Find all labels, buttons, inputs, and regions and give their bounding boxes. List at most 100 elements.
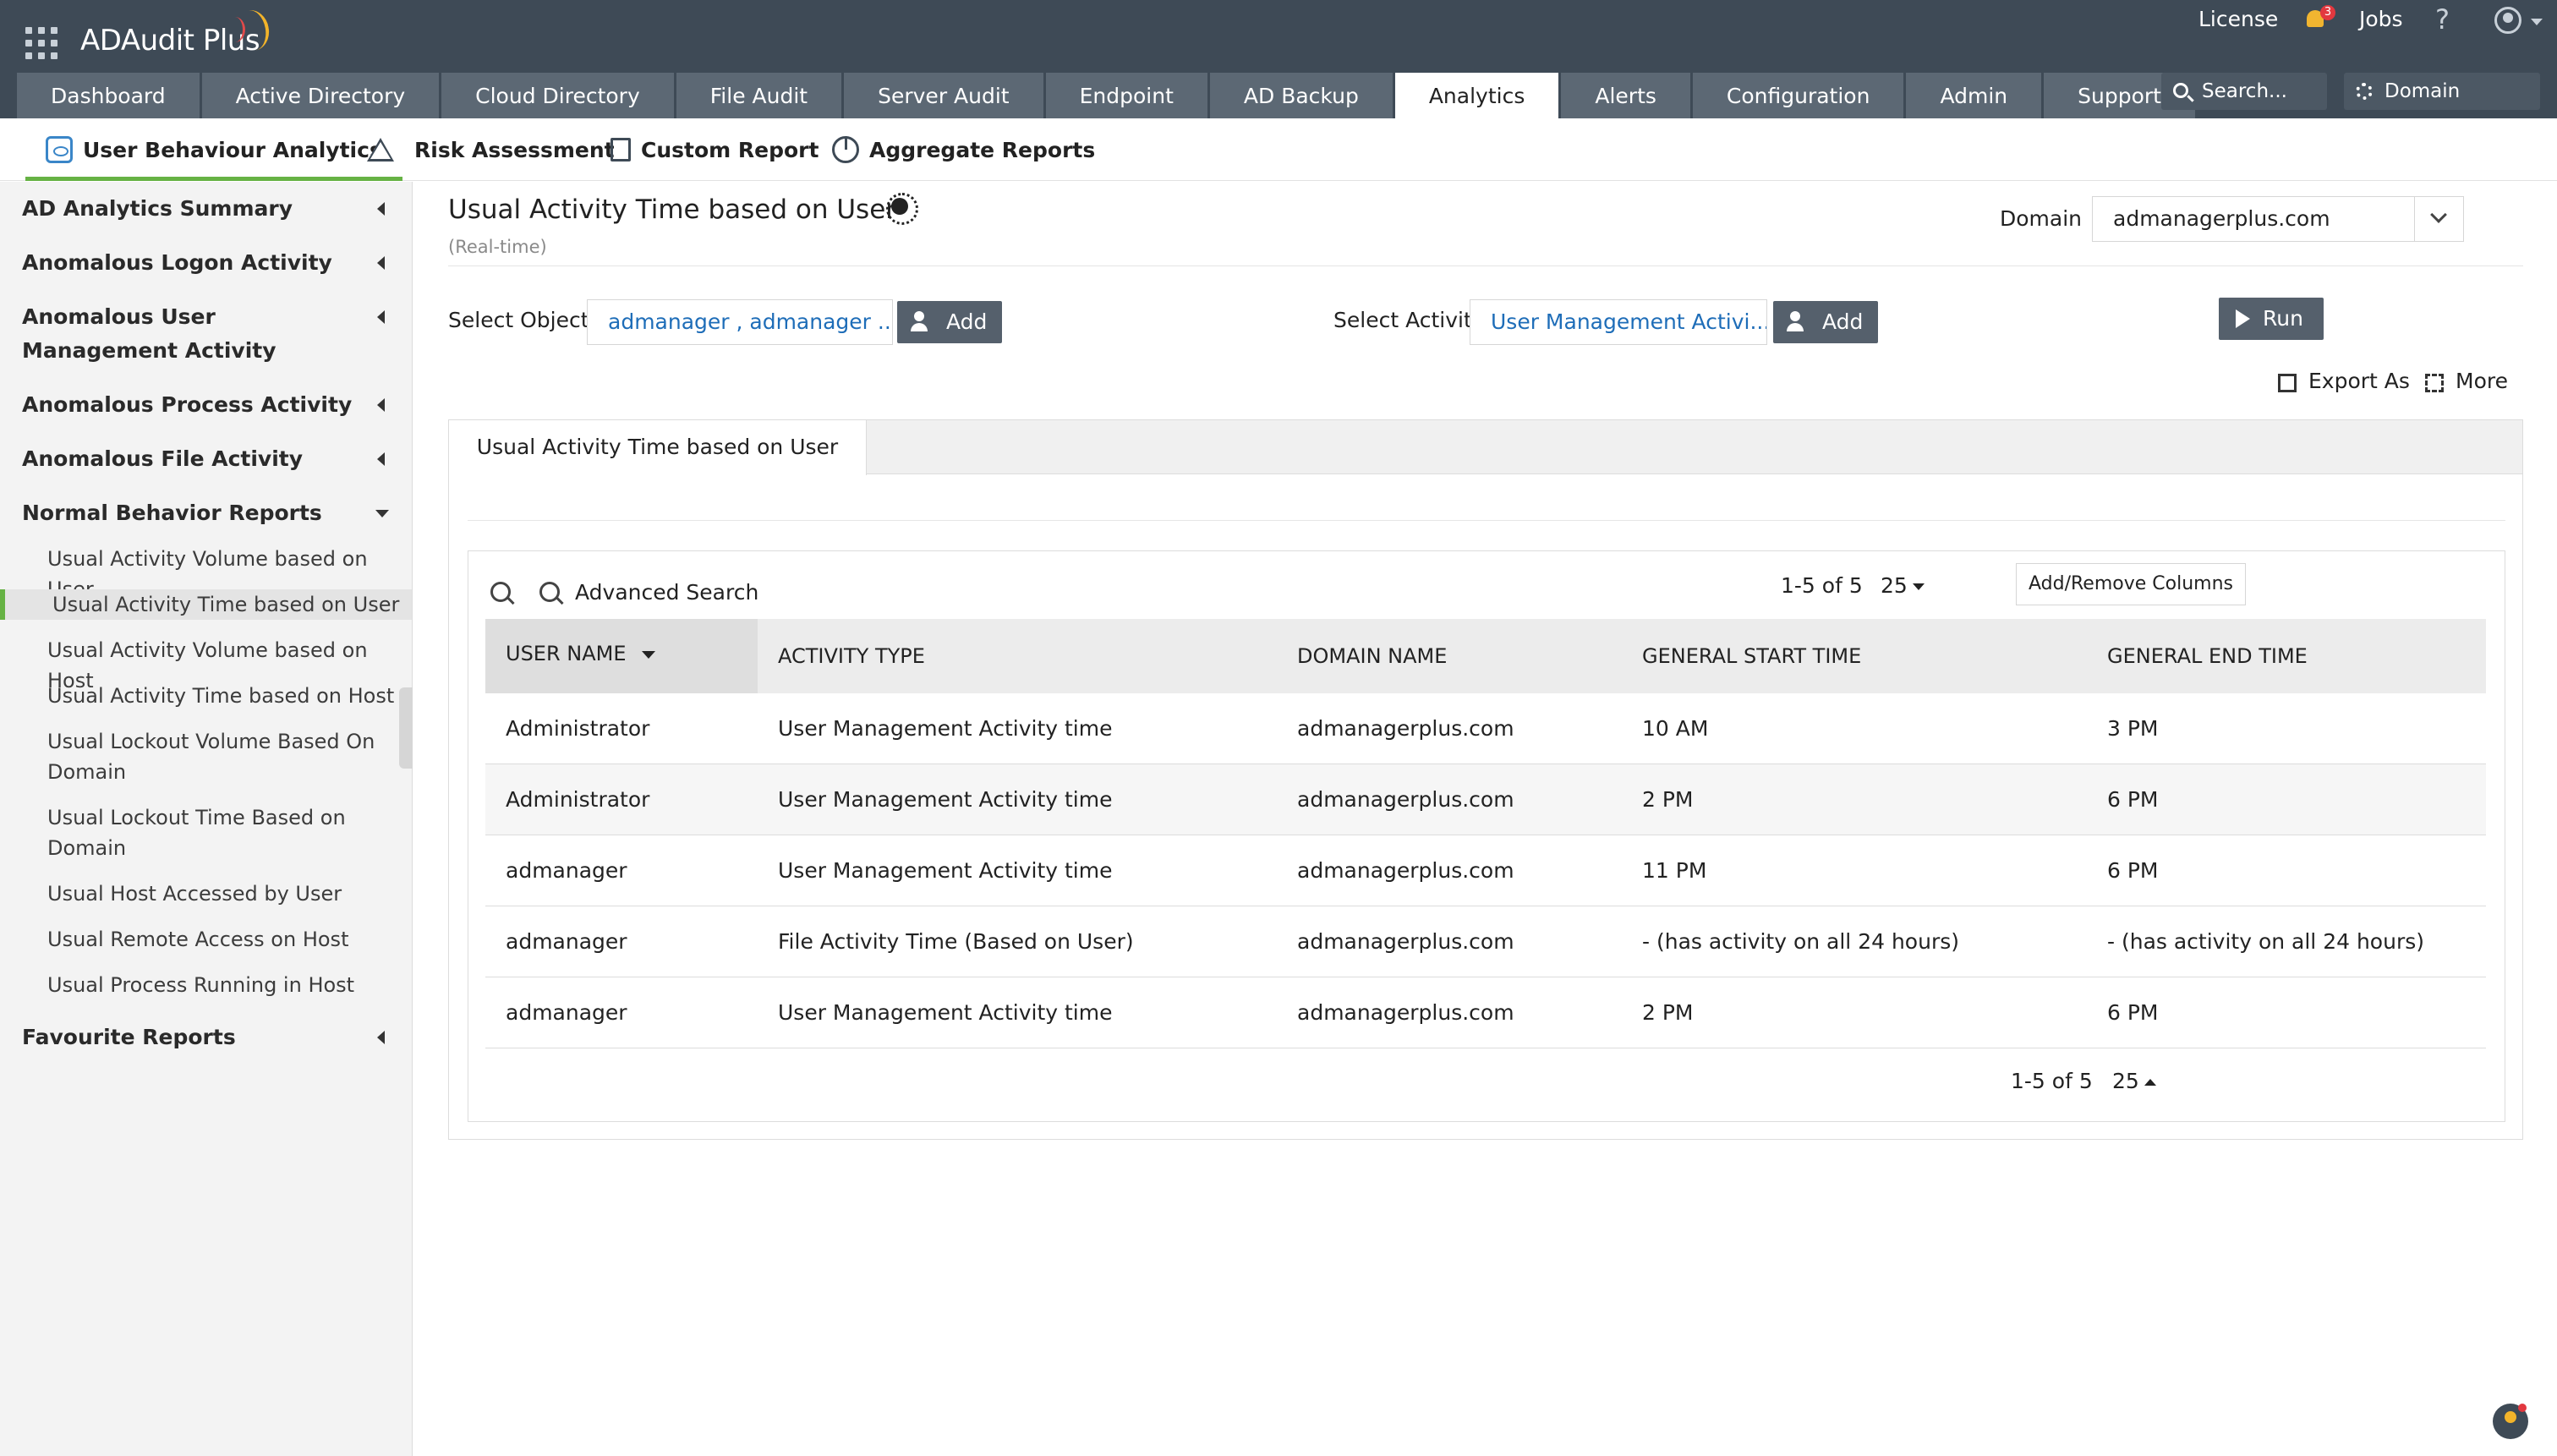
page-size-select-top[interactable]: 25 (1881, 573, 1925, 598)
caret-down-icon[interactable] (2531, 19, 2543, 25)
table-row[interactable]: Administrator User Management Activity t… (485, 693, 2486, 764)
sort-desc-icon (641, 650, 655, 659)
tab-configuration[interactable]: Configuration (1692, 73, 1904, 118)
cell-end-time: - (has activity on all 24 hours) (2107, 929, 2424, 954)
cell-domain-name: admanagerplus.com (1297, 858, 1514, 883)
sidebar-item-lockout-time-domain[interactable]: Usual Lockout Time Based on Domain (47, 802, 402, 863)
cell-activity-type: File Activity Time (Based on User) (778, 929, 1134, 954)
add-activity-button[interactable]: Add (1773, 301, 1878, 343)
advanced-search-icon[interactable] (539, 582, 560, 602)
jobs-link[interactable]: Jobs (2359, 7, 2403, 31)
more-button[interactable]: More (2425, 369, 2508, 393)
lightbulb-icon[interactable] (886, 193, 918, 225)
chevron-left-icon[interactable] (377, 310, 385, 324)
sidebar-collapse-handle[interactable] (399, 687, 413, 769)
table-row[interactable]: admanager File Activity Time (Based on U… (485, 906, 2486, 977)
sidebar-group-anomalous-process[interactable]: Anomalous Process Activity (22, 388, 360, 422)
tab-file-audit[interactable]: File Audit (676, 73, 842, 118)
domain-settings-button[interactable]: Domain Settings (2344, 73, 2540, 140)
chevron-left-icon[interactable] (377, 256, 385, 270)
chevron-left-icon[interactable] (377, 1031, 385, 1044)
sidebar-group-normal-behavior-reports[interactable]: Normal Behavior Reports (22, 496, 360, 530)
advanced-search-link[interactable]: Advanced Search (575, 580, 758, 605)
add-remove-columns-button[interactable]: Add/Remove Columns (2016, 563, 2246, 605)
column-header-general-end-time[interactable]: GENERAL END TIME (2107, 619, 2308, 693)
chevron-left-icon[interactable] (377, 202, 385, 216)
tab-endpoint[interactable]: Endpoint (1045, 73, 1207, 118)
subtab-label: Risk Assessment (414, 137, 615, 162)
column-header-general-start-time[interactable]: GENERAL START TIME (1642, 619, 1861, 693)
subtab-user-behaviour-analytics[interactable]: User Behaviour Analytics (25, 118, 402, 181)
sidebar-item-remote-access-host[interactable]: Usual Remote Access on Host (47, 924, 402, 955)
caret-down-icon (1912, 583, 1925, 590)
subtab-aggregate-reports[interactable]: Aggregate Reports (832, 118, 1095, 181)
sidebar-item-activity-time-host[interactable]: Usual Activity Time based on Host (47, 681, 402, 711)
report-panel: Usual Activity Time based on User Advanc… (448, 419, 2523, 1140)
pagination-range-top: 1-5 of 5 (1781, 573, 1863, 598)
caret-up-icon (2144, 1079, 2156, 1086)
custom-report-icon (611, 138, 631, 161)
sidebar-item-host-accessed-user[interactable]: Usual Host Accessed by User (47, 879, 402, 909)
table-row[interactable]: Administrator User Management Activity t… (485, 764, 2486, 835)
cell-end-time: 3 PM (2107, 716, 2159, 741)
select-objects-field[interactable]: admanager , admanager ... (587, 299, 893, 345)
sidebar-item-lockout-volume-domain[interactable]: Usual Lockout Volume Based On Domain (47, 726, 402, 787)
sidebar-item-activity-time-user[interactable]: Usual Activity Time based on User (0, 589, 412, 620)
search-icon[interactable] (490, 582, 511, 602)
column-header-activity-type[interactable]: ACTIVITY TYPE (778, 619, 925, 693)
table-row[interactable]: admanager User Management Activity time … (485, 977, 2486, 1048)
tab-alerts[interactable]: Alerts (1561, 73, 1690, 118)
subtab-custom-report[interactable]: Custom Report (611, 118, 819, 181)
sidebar-group-anomalous-user-management[interactable]: Anomalous User Management Activity (22, 300, 360, 368)
sidebar-group-anomalous-file[interactable]: Anomalous File Activity (22, 442, 360, 476)
tab-cloud-directory[interactable]: Cloud Directory (441, 73, 674, 118)
chevron-left-icon[interactable] (377, 398, 385, 412)
sidebar-group-favourite-reports[interactable]: Favourite Reports (22, 1021, 360, 1054)
global-search-input[interactable]: Search... (2161, 73, 2327, 110)
more-icon (2425, 374, 2444, 392)
tab-dashboard[interactable]: Dashboard (17, 73, 200, 118)
sidebar-group-ad-analytics-summary[interactable]: AD Analytics Summary (22, 192, 360, 226)
column-header-user-name[interactable]: USER NAME (485, 619, 758, 693)
cell-user-name: Administrator (506, 787, 650, 812)
select-activity-field[interactable]: User Management Activi... (1470, 299, 1767, 345)
add-objects-button[interactable]: Add (897, 301, 1002, 343)
page-title: Usual Activity Time based on User (448, 194, 897, 225)
tab-admin[interactable]: Admin (1906, 73, 2042, 118)
chevron-down-icon[interactable] (375, 510, 389, 517)
user-avatar-icon[interactable] (2494, 7, 2521, 34)
table-header: USER NAME ACTIVITY TYPE DOMAIN NAME GENE… (485, 619, 2486, 693)
cell-start-time: 2 PM (1642, 1000, 1694, 1025)
help-icon[interactable]: ? (2435, 3, 2450, 36)
subtab-risk-assessment[interactable]: Risk Assessment (367, 118, 615, 181)
cell-user-name: Administrator (506, 716, 650, 741)
cell-domain-name: admanagerplus.com (1297, 787, 1514, 812)
page-size-select-bottom[interactable]: 25 (2112, 1069, 2156, 1093)
chat-support-icon[interactable] (2493, 1404, 2528, 1439)
cell-user-name: admanager (506, 929, 627, 954)
chevron-left-icon[interactable] (377, 452, 385, 466)
gear-icon (2356, 83, 2373, 100)
sidebar-item-process-running-host[interactable]: Usual Process Running in Host (47, 970, 402, 1000)
domain-select[interactable]: admanagerplus.com (2092, 196, 2464, 242)
export-as-button[interactable]: Export As (2278, 369, 2410, 393)
sidebar-group-anomalous-logon[interactable]: Anomalous Logon Activity (22, 246, 360, 280)
license-link[interactable]: License (2198, 7, 2278, 31)
report-tab[interactable]: Usual Activity Time based on User (449, 420, 867, 475)
sidebar: AD Analytics Summary Anomalous Logon Act… (0, 182, 413, 1456)
cell-domain-name: admanagerplus.com (1297, 1000, 1514, 1025)
subtab-label: Aggregate Reports (869, 137, 1096, 162)
top-header: ADAudit Plus License 3 Jobs ? Dashboard … (0, 0, 2557, 140)
column-header-domain-name[interactable]: DOMAIN NAME (1297, 619, 1447, 693)
cell-start-time: 10 AM (1642, 716, 1709, 741)
export-icon (2278, 374, 2297, 392)
app-grid-icon[interactable] (25, 27, 57, 59)
tab-ad-backup[interactable]: AD Backup (1209, 73, 1393, 118)
tab-server-audit[interactable]: Server Audit (844, 73, 1043, 118)
divider (468, 520, 2505, 521)
table-row[interactable]: admanager User Management Activity time … (485, 835, 2486, 906)
notification-bell-icon[interactable]: 3 (2303, 5, 2335, 32)
tab-active-directory[interactable]: Active Directory (201, 73, 440, 118)
run-button[interactable]: Run (2219, 298, 2324, 340)
tab-analytics[interactable]: Analytics (1394, 73, 1559, 118)
